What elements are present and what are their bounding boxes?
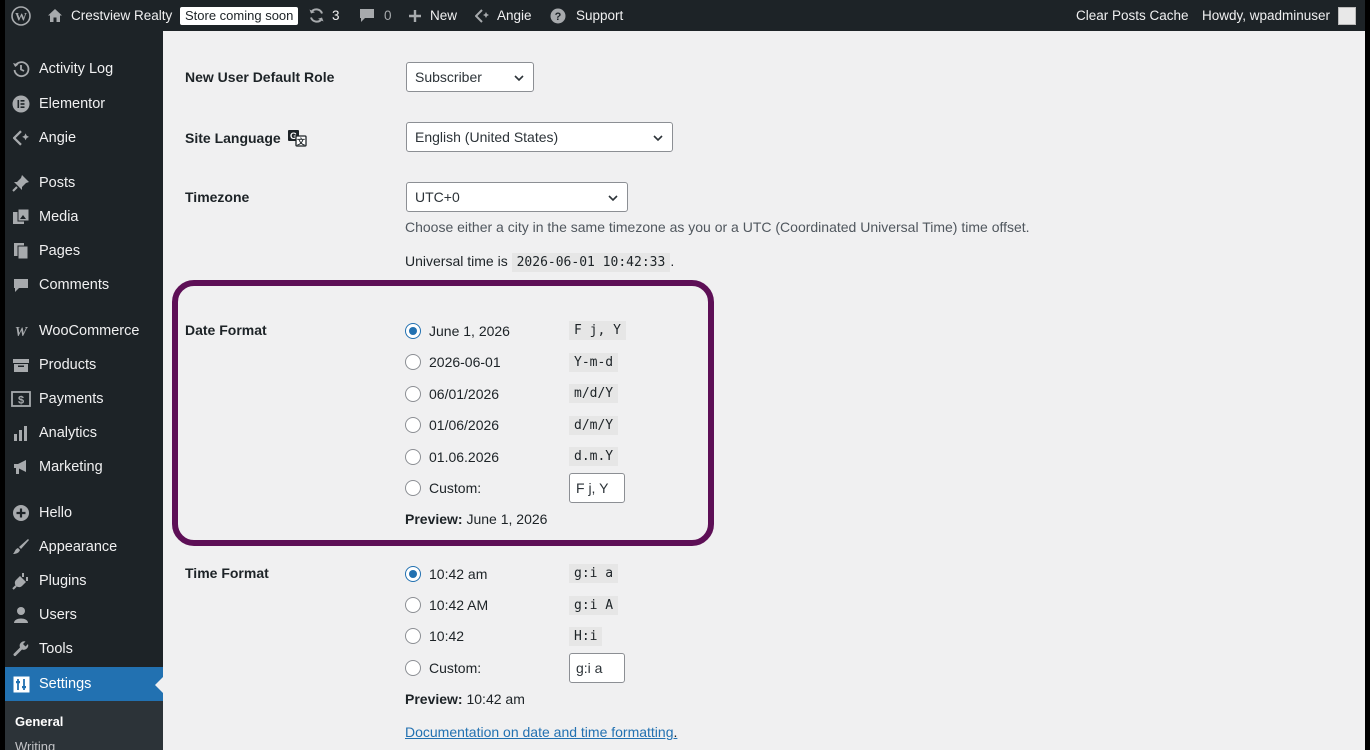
pin-icon — [11, 173, 31, 193]
sidebar-item-payments[interactable]: $ Payments — [5, 382, 163, 416]
time-format-option[interactable]: 10:42 — [405, 626, 464, 646]
site-language-select[interactable]: English (United States) — [406, 122, 673, 152]
svg-text:文: 文 — [297, 137, 306, 147]
analytics-icon — [11, 423, 31, 443]
home-icon — [47, 8, 63, 23]
chevron-down-icon — [652, 131, 664, 147]
universal-time-value: 2026-06-01 10:42:33 — [511, 253, 671, 272]
help-icon: ? — [550, 8, 566, 24]
woo-icon: W — [11, 321, 31, 341]
plug-icon — [11, 571, 31, 591]
wordpress-logo-icon[interactable]: W — [11, 0, 31, 31]
svg-text:W: W — [15, 9, 27, 23]
time-format-option[interactable]: 10:42 AM — [405, 595, 488, 615]
time-format-preview: Preview: 10:42 am — [405, 691, 525, 707]
avatar — [1338, 6, 1357, 25]
time-format-custom-input[interactable]: g:i a — [569, 653, 625, 683]
time-format-option[interactable]: 10:42 am — [405, 564, 487, 584]
sidebar-item-users[interactable]: Users — [5, 598, 163, 632]
timezone-description: Choose either a city in the same timezon… — [405, 219, 1030, 235]
sidebar-item-comments[interactable]: Comments — [5, 268, 163, 302]
submenu-item-writing[interactable]: Writing — [15, 739, 55, 750]
submenu-item-general[interactable]: General — [15, 714, 63, 729]
plus-circle-icon — [11, 503, 31, 523]
plus-icon — [408, 9, 422, 23]
account-menu[interactable]: Howdy, wpadminuser — [1202, 0, 1357, 31]
sidebar-item-pages[interactable]: Pages — [5, 234, 163, 268]
radio-button[interactable] — [405, 566, 421, 582]
timezone-select[interactable]: UTC+0 — [406, 182, 628, 212]
sidebar-item-elementor[interactable]: Elementor — [5, 87, 163, 121]
brush-icon — [11, 537, 31, 557]
site-name: Crestview Realty — [71, 8, 173, 23]
media-icon — [11, 207, 31, 227]
wrench-icon — [11, 639, 31, 659]
documentation-link[interactable]: Documentation on date and time formattin… — [405, 724, 677, 740]
default-role-label: New User Default Role — [185, 69, 335, 85]
sidebar-item-tools[interactable]: Tools — [5, 632, 163, 666]
format-code: g:i A — [569, 596, 619, 615]
chevron-down-icon — [607, 191, 619, 207]
angie-link[interactable]: Angie — [475, 0, 532, 31]
sidebar-item-angie[interactable]: Angie — [5, 121, 163, 155]
angie-icon — [11, 128, 31, 148]
format-code: g:i a — [569, 564, 619, 583]
translation-icon: G文 — [287, 129, 307, 147]
timezone-label: Timezone — [185, 189, 250, 205]
comments-count: 0 — [384, 8, 392, 23]
updates-link[interactable]: 3 — [308, 0, 340, 31]
sidebar-item-settings[interactable]: Settings — [5, 667, 163, 701]
products-icon — [11, 355, 31, 375]
user-icon — [11, 605, 31, 625]
sidebar-item-appearance[interactable]: Appearance — [5, 530, 163, 564]
sidebar-item-analytics[interactable]: Analytics — [5, 416, 163, 450]
sidebar-item-media[interactable]: Media — [5, 200, 163, 234]
sidebar-item-plugins[interactable]: Plugins — [5, 564, 163, 598]
elementor-icon — [11, 94, 31, 114]
settings-content: New User Default Role Subscriber Site La… — [163, 31, 1365, 750]
sidebar-item-products[interactable]: Products — [5, 348, 163, 382]
active-menu-arrow — [155, 677, 163, 693]
settings-submenu: General Writing — [5, 701, 163, 750]
comment-icon — [11, 275, 31, 295]
history-icon — [11, 59, 31, 79]
svg-text:$: $ — [18, 395, 24, 407]
payments-icon: $ — [11, 389, 31, 409]
radio-button[interactable] — [405, 660, 421, 676]
site-language-label: Site Language G文 — [185, 129, 307, 147]
sidebar-item-marketing[interactable]: Marketing — [5, 450, 163, 484]
sidebar-item-activity-log[interactable]: Activity Log — [5, 52, 163, 86]
time-format-custom-option[interactable]: Custom: — [405, 658, 481, 678]
comments-link[interactable]: 0 — [359, 0, 392, 31]
admin-bar: W Crestview Realty Store coming soon 3 0 — [5, 0, 1365, 31]
radio-button[interactable] — [405, 597, 421, 613]
howdy-text: Howdy, wpadminuser — [1202, 8, 1331, 23]
default-role-select[interactable]: Subscriber — [406, 62, 534, 92]
svg-text:W: W — [15, 325, 29, 338]
support-link[interactable]: ? Support — [550, 0, 623, 31]
updates-icon — [308, 7, 325, 24]
wp-admin-frame: W Crestview Realty Store coming soon 3 0 — [5, 0, 1365, 750]
admin-sidebar: Activity Log Elementor Angie Posts Media… — [5, 31, 163, 750]
sidebar-item-posts[interactable]: Posts — [5, 166, 163, 200]
chevron-down-icon — [513, 71, 525, 87]
pages-icon — [11, 241, 31, 261]
updates-count: 3 — [332, 8, 340, 23]
sidebar-item-woocommerce[interactable]: W WooCommerce — [5, 314, 163, 348]
new-content-link[interactable]: New — [408, 0, 457, 31]
site-name-link[interactable]: Crestview Realty — [47, 0, 172, 31]
sidebar-item-hello[interactable]: Hello — [5, 496, 163, 530]
highlight-frame — [172, 280, 714, 546]
megaphone-icon — [11, 457, 31, 477]
universal-time: Universal time is 2026-06-01 10:42:33. — [405, 253, 675, 272]
settings-icon — [11, 674, 31, 694]
svg-text:?: ? — [555, 11, 562, 23]
format-code: H:i — [569, 627, 603, 646]
store-status-badge[interactable]: Store coming soon — [180, 0, 299, 31]
radio-button[interactable] — [405, 628, 421, 644]
angie-icon — [475, 8, 489, 23]
clear-cache-link[interactable]: Clear Posts Cache — [1076, 0, 1189, 31]
time-format-label: Time Format — [185, 565, 269, 581]
comment-bubble-icon — [359, 8, 375, 23]
